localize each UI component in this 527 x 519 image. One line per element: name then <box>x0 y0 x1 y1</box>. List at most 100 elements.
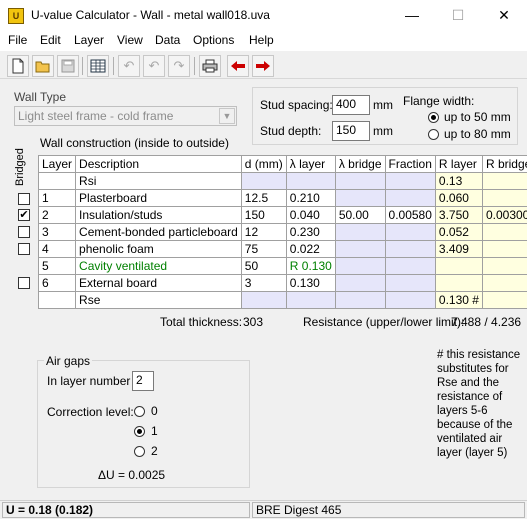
menu-file[interactable]: File <box>8 33 27 47</box>
cell-fraction[interactable] <box>384 223 436 241</box>
flange-50-radio[interactable] <box>428 112 439 123</box>
cell-layer[interactable]: 3 <box>37 223 77 241</box>
cell-fraction[interactable] <box>384 240 436 258</box>
correction-1-radio[interactable] <box>134 426 145 437</box>
table-icon[interactable] <box>87 55 109 77</box>
open-folder-icon[interactable] <box>32 55 54 77</box>
cell-description[interactable]: Insulation/studs <box>75 206 242 224</box>
header-r-bridge: R bridge <box>481 155 527 173</box>
menu-edit[interactable]: Edit <box>40 33 61 47</box>
cell-lambda-bridge[interactable] <box>334 291 386 309</box>
menu-help[interactable]: Help <box>249 33 274 47</box>
menu-options[interactable]: Options <box>193 33 234 47</box>
cell-r-bridge <box>481 257 527 275</box>
bridged-checkbox-2[interactable]: ✔ <box>18 209 30 221</box>
cell-layer[interactable]: 5 <box>37 257 77 275</box>
cell-layer[interactable]: 1 <box>37 189 77 207</box>
cell-fraction[interactable] <box>384 172 436 190</box>
cell-thickness[interactable]: 50 <box>240 257 287 275</box>
cell-lambda-layer[interactable] <box>285 172 336 190</box>
cell-description[interactable]: Cement-bonded particleboard <box>75 223 242 241</box>
air-gaps-group: Air gaps In layer number 2 Correction le… <box>37 354 250 488</box>
maximize-button[interactable]: ☐ <box>435 0 481 31</box>
cell-lambda-layer[interactable] <box>285 291 336 309</box>
bridged-checkbox-3[interactable] <box>18 226 30 238</box>
new-file-icon[interactable] <box>7 55 29 77</box>
cell-lambda-layer[interactable]: 0.130 <box>285 274 336 292</box>
cell-thickness[interactable] <box>240 291 287 309</box>
wall-type-select[interactable]: Light steel frame - cold frame ▼ <box>14 106 237 126</box>
bridged-checkbox-4[interactable] <box>18 243 30 255</box>
cell-r-bridge <box>481 274 527 292</box>
menu-data[interactable]: Data <box>155 33 180 47</box>
flange-50-label: up to 50 mm <box>444 110 511 124</box>
cell-lambda-layer[interactable]: 0.022 <box>285 240 336 258</box>
air-gaps-title: Air gaps <box>44 354 93 368</box>
bridged-checkbox-6[interactable] <box>18 277 30 289</box>
cell-r-bridge <box>481 189 527 207</box>
cell-fraction[interactable] <box>384 189 436 207</box>
bridged-checkbox-1[interactable] <box>18 193 30 205</box>
cell-description[interactable]: Plasterboard <box>75 189 242 207</box>
cell-thickness[interactable]: 12.5 <box>240 189 287 207</box>
wall-type-label: Wall Type <box>14 90 67 104</box>
cell-layer[interactable] <box>37 172 77 190</box>
cell-thickness[interactable]: 150 <box>240 206 287 224</box>
cell-layer[interactable] <box>37 291 77 309</box>
cell-lambda-layer[interactable]: 0.210 <box>285 189 336 207</box>
cell-lambda-bridge[interactable] <box>334 257 386 275</box>
cell-description[interactable]: External board <box>75 274 242 292</box>
stud-depth-label: Stud depth: <box>260 124 322 138</box>
cell-lambda-bridge[interactable] <box>334 189 386 207</box>
cell-lambda-bridge[interactable] <box>334 240 386 258</box>
correction-0-radio[interactable] <box>134 406 145 417</box>
menu-layer[interactable]: Layer <box>74 33 104 47</box>
correction-1-label: 1 <box>151 424 158 438</box>
table-row: Rse 0.130 # <box>37 291 527 309</box>
cell-lambda-layer[interactable]: 0.230 <box>285 223 336 241</box>
construction-title: Wall construction (inside to outside) <box>40 136 229 150</box>
cell-lambda-layer[interactable]: 0.040 <box>285 206 336 224</box>
cell-lambda-layer[interactable]: R 0.130 <box>285 257 336 275</box>
air-gap-layer-input[interactable]: 2 <box>132 371 154 391</box>
cell-thickness[interactable]: 3 <box>240 274 287 292</box>
save-icon[interactable] <box>57 55 79 77</box>
cell-fraction[interactable] <box>384 274 436 292</box>
correction-2-label: 2 <box>151 444 158 458</box>
cell-lambda-bridge[interactable] <box>334 172 386 190</box>
window-title: U-value Calculator - Wall - metal wall01… <box>31 8 270 22</box>
stud-depth-input[interactable]: 150 <box>332 121 370 141</box>
correction-2-radio[interactable] <box>134 446 145 457</box>
flange-80-radio[interactable] <box>428 129 439 140</box>
cell-layer[interactable]: 2 <box>37 206 77 224</box>
cell-description[interactable]: Cavity ventilated <box>75 257 242 275</box>
minimize-button[interactable]: — <box>389 0 435 31</box>
cell-r-layer: 3.750 <box>434 206 483 224</box>
cell-fraction[interactable] <box>384 257 436 275</box>
menu-view[interactable]: View <box>117 33 143 47</box>
cell-thickness[interactable]: 75 <box>240 240 287 258</box>
cell-description[interactable]: phenolic foam <box>75 240 242 258</box>
redo-icon[interactable]: ↷ <box>168 55 190 77</box>
stud-spacing-input[interactable]: 400 <box>332 95 370 115</box>
cell-lambda-bridge[interactable]: 50.00 <box>334 206 386 224</box>
cell-thickness[interactable]: 12 <box>240 223 287 241</box>
cell-description[interactable]: Rse <box>75 291 242 309</box>
cell-layer[interactable]: 4 <box>37 240 77 258</box>
undo-icon[interactable]: ↶ <box>118 55 140 77</box>
cell-lambda-bridge[interactable] <box>334 223 386 241</box>
arrow-left-icon[interactable] <box>227 55 249 77</box>
close-button[interactable]: ✕ <box>481 0 527 31</box>
cell-layer[interactable]: 6 <box>37 274 77 292</box>
cell-thickness[interactable] <box>240 172 287 190</box>
cell-fraction[interactable] <box>384 291 436 309</box>
cell-fraction[interactable]: 0.00580 <box>384 206 436 224</box>
arrow-right-icon[interactable] <box>252 55 274 77</box>
chevron-down-icon[interactable]: ▼ <box>219 108 235 124</box>
cell-lambda-bridge[interactable] <box>334 274 386 292</box>
header-description: Description <box>75 155 242 173</box>
table-row: 4 phenolic foam 75 0.022 3.409 <box>37 240 527 258</box>
print-icon[interactable] <box>199 55 221 77</box>
undo2-icon[interactable]: ↶ <box>143 55 165 77</box>
cell-description[interactable]: Rsi <box>75 172 242 190</box>
